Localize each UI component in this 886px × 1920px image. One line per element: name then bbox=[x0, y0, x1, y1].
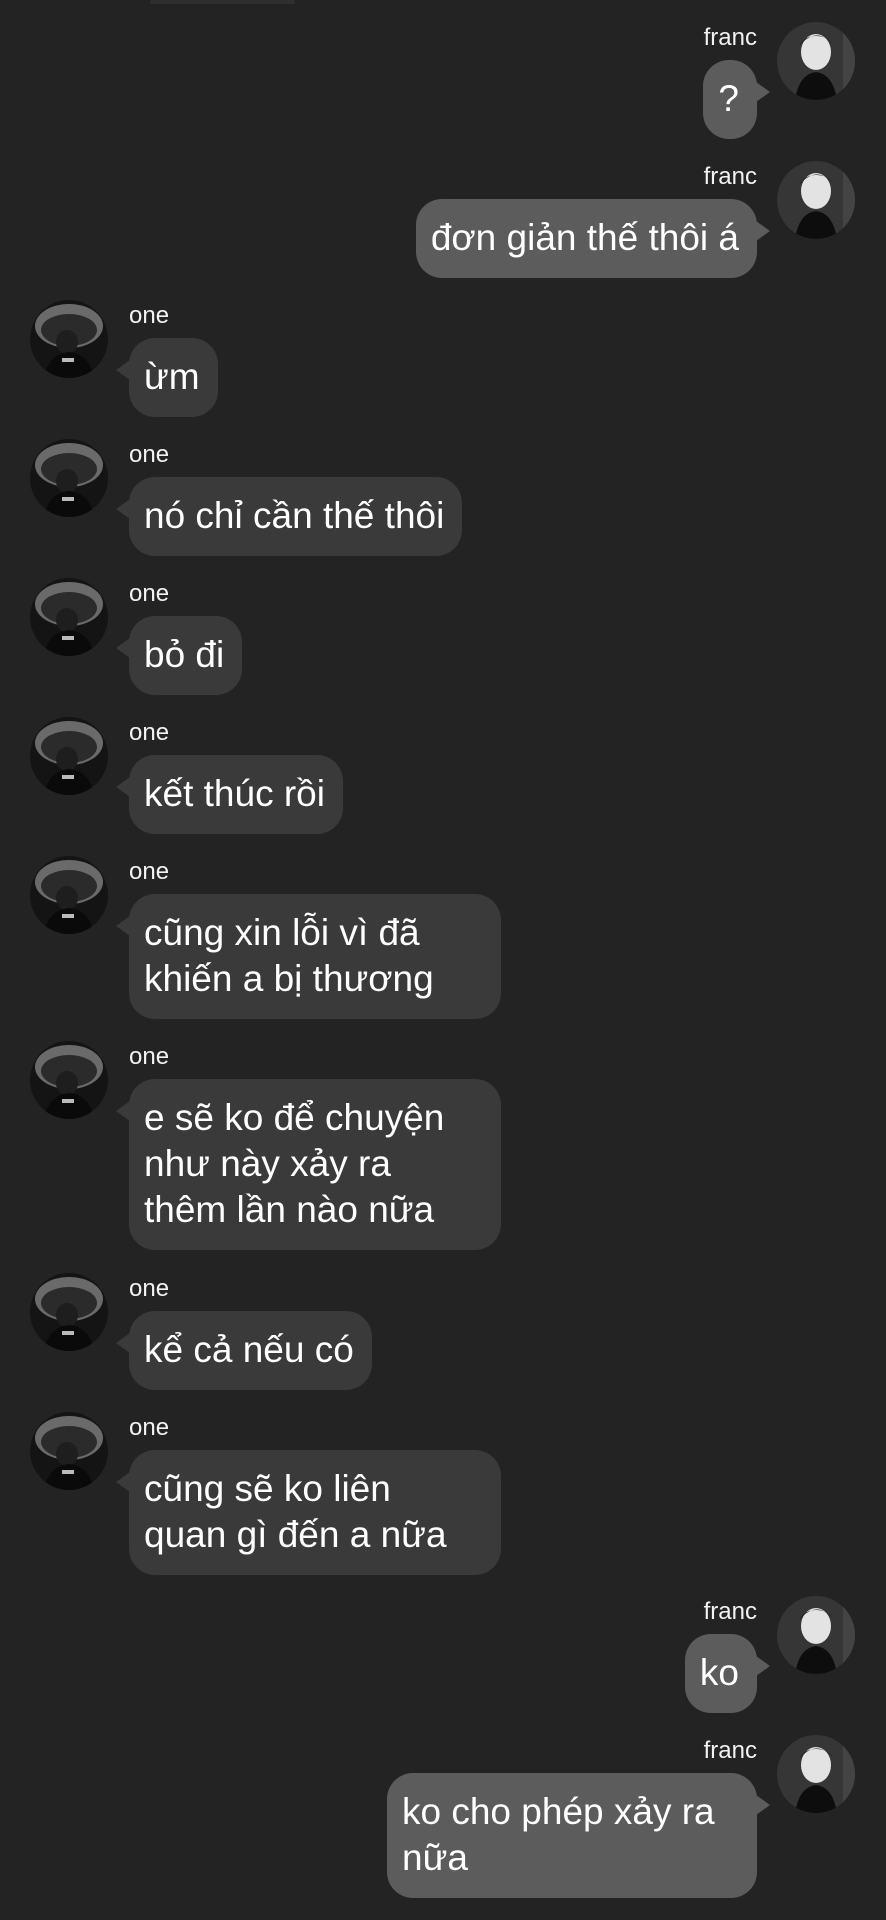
bubble-tail bbox=[116, 1101, 130, 1121]
top-edge-fragment bbox=[150, 0, 295, 4]
message-bubble[interactable]: ko cho phép xảy ra nữa bbox=[387, 1773, 757, 1898]
one-avatar[interactable] bbox=[30, 1412, 108, 1490]
franc-avatar-image bbox=[777, 161, 855, 239]
one-avatar-image bbox=[30, 439, 108, 517]
sender-name: franc bbox=[703, 163, 757, 190]
sender-name: one bbox=[129, 858, 170, 885]
bubble-tail bbox=[116, 499, 130, 519]
bubble-tail bbox=[116, 916, 130, 936]
sender-name: one bbox=[129, 1043, 170, 1070]
message-bubble[interactable]: cũng sẽ ko liên quan gì đến a nữa bbox=[129, 1450, 501, 1575]
one-avatar[interactable] bbox=[30, 300, 108, 378]
sender-name: franc bbox=[703, 1598, 757, 1625]
sender-name: one bbox=[129, 441, 170, 468]
message-bubble[interactable]: kể cả nếu có bbox=[129, 1311, 372, 1390]
sender-name: one bbox=[129, 302, 170, 329]
sender-name: franc bbox=[703, 1737, 757, 1764]
sender-name: one bbox=[129, 1275, 170, 1302]
message-bubble[interactable]: đơn giản thế thôi á bbox=[415, 199, 757, 278]
bubble-tail bbox=[756, 1795, 770, 1815]
bubble-tail bbox=[116, 1333, 130, 1353]
franc-avatar[interactable] bbox=[777, 22, 855, 100]
bubble-tail bbox=[116, 777, 130, 797]
sender-name: one bbox=[129, 719, 170, 746]
one-avatar-image bbox=[30, 300, 108, 378]
bubble-tail bbox=[756, 1656, 770, 1676]
one-avatar[interactable] bbox=[30, 856, 108, 934]
one-avatar[interactable] bbox=[30, 1041, 108, 1119]
one-avatar-image bbox=[30, 717, 108, 795]
bubble-tail bbox=[116, 638, 130, 658]
franc-avatar-image bbox=[777, 1596, 855, 1674]
one-avatar[interactable] bbox=[30, 439, 108, 517]
franc-avatar-image bbox=[777, 1735, 855, 1813]
message-bubble[interactable]: ? bbox=[703, 60, 757, 139]
message-bubble[interactable]: cũng xin lỗi vì đã khiến a bị thương bbox=[129, 894, 501, 1019]
franc-avatar[interactable] bbox=[777, 1735, 855, 1813]
message-bubble[interactable]: nó chỉ cần thế thôi bbox=[129, 477, 463, 556]
sender-name: one bbox=[129, 580, 170, 607]
one-avatar-image bbox=[30, 578, 108, 656]
franc-avatar[interactable] bbox=[777, 1596, 855, 1674]
bubble-tail bbox=[756, 221, 770, 241]
franc-avatar[interactable] bbox=[777, 161, 855, 239]
one-avatar[interactable] bbox=[30, 1273, 108, 1351]
message-bubble[interactable]: kết thúc rồi bbox=[129, 755, 343, 834]
bubble-tail bbox=[116, 1472, 130, 1492]
one-avatar-image bbox=[30, 1041, 108, 1119]
sender-name: franc bbox=[703, 24, 757, 51]
one-avatar-image bbox=[30, 1412, 108, 1490]
one-avatar[interactable] bbox=[30, 578, 108, 656]
message-bubble[interactable]: e sẽ ko để chuyện như này xảy ra thêm lầ… bbox=[129, 1079, 501, 1250]
sender-name: one bbox=[129, 1414, 170, 1441]
bubble-tail bbox=[756, 82, 770, 102]
message-bubble[interactable]: bỏ đi bbox=[129, 616, 243, 695]
bubble-tail bbox=[116, 360, 130, 380]
chat-thread[interactable]: franc ? franc đơn giản thế thôi á one ừm… bbox=[0, 0, 886, 1920]
franc-avatar-image bbox=[777, 22, 855, 100]
one-avatar[interactable] bbox=[30, 717, 108, 795]
message-bubble[interactable]: ko bbox=[684, 1634, 757, 1713]
one-avatar-image bbox=[30, 856, 108, 934]
message-bubble[interactable]: ừm bbox=[129, 338, 218, 417]
one-avatar-image bbox=[30, 1273, 108, 1351]
